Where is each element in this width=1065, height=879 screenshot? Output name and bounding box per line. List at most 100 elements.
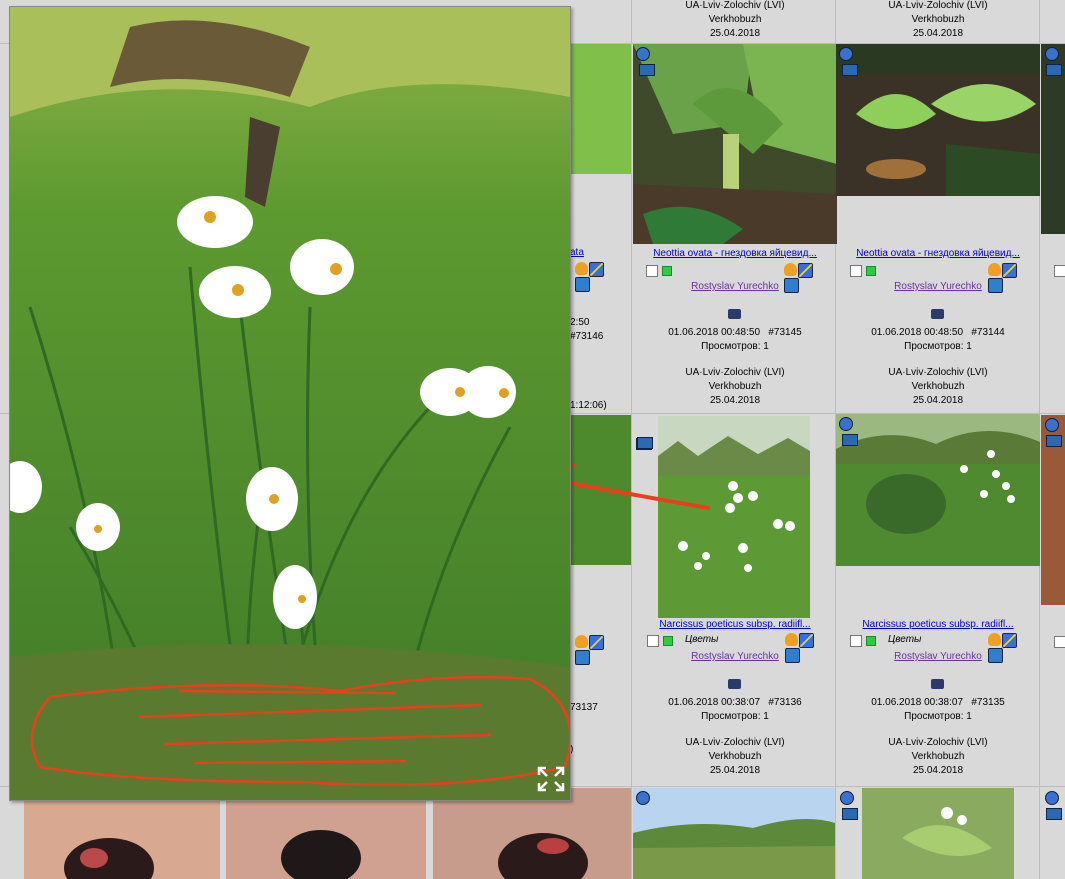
photo-thumbnail[interactable] xyxy=(226,788,426,879)
select-checkbox[interactable] xyxy=(850,265,862,277)
action-icons xyxy=(988,263,1032,293)
gps-icon[interactable] xyxy=(1046,435,1062,447)
favorite-heart-icon[interactable] xyxy=(784,263,797,276)
photo-title-link[interactable]: Neottia ovata - гнездовка яйцевид... xyxy=(633,248,837,259)
datetime-line: 01.06.2018 00:48:50 #73144 xyxy=(836,327,1040,338)
datetime-line: 01.06.2018 00:38:07 #73136 xyxy=(633,697,837,708)
favorite-heart-icon[interactable] xyxy=(988,263,1001,276)
location-text: UA·Lviv·Zolochiv (LVI) xyxy=(685,737,785,748)
photo-image xyxy=(836,414,1040,566)
select-checkbox[interactable] xyxy=(646,265,658,277)
favorite-heart-icon[interactable] xyxy=(575,262,588,275)
top-row-meta: UA·Lviv·Zolochiv (LVI) Verkhobuzh 25.04.… xyxy=(633,0,837,41)
datetime-text: 2:50 xyxy=(570,317,590,328)
location-text: UA·Lviv·Zolochiv (LVI) xyxy=(888,737,988,748)
photo-thumbnail[interactable] xyxy=(836,414,1040,566)
zoom-in-icon[interactable] xyxy=(840,791,854,805)
zoom-in-icon[interactable] xyxy=(636,47,650,61)
photo-preview-popup[interactable] xyxy=(9,6,571,801)
place-text: Verkhobuzh xyxy=(911,751,965,762)
photo-image xyxy=(633,44,837,244)
datetime-text: 01.06.2018 00:38:07 xyxy=(871,697,964,708)
camera-icon[interactable] xyxy=(728,309,741,319)
datetime-text: 01.06.2018 00:48:50 xyxy=(668,327,761,338)
photo-id: #73136 xyxy=(768,697,802,708)
photo-image xyxy=(836,44,1040,196)
photo-title-link[interactable]: Narcissus poeticus subsp. radiifl... xyxy=(836,619,1040,630)
select-checkbox[interactable] xyxy=(1054,265,1065,277)
place-text: Verkhobuzh xyxy=(911,14,965,25)
select-checkbox[interactable] xyxy=(647,635,659,647)
favorite-heart-icon[interactable] xyxy=(575,635,588,648)
gps-icon[interactable] xyxy=(842,434,858,446)
status-green-icon xyxy=(866,636,876,646)
zoom-in-icon[interactable] xyxy=(839,417,853,431)
location-block: UA·Lviv·Zolochiv (LVI) Verkhobuzh 25.04.… xyxy=(633,736,837,778)
zoom-in-icon[interactable] xyxy=(1045,791,1059,805)
photo-title-link[interactable]: ata xyxy=(570,247,584,258)
edit-icon[interactable] xyxy=(1002,263,1017,278)
gps-icon[interactable] xyxy=(637,437,653,449)
photo-actions xyxy=(646,263,836,293)
author-link[interactable]: Rostyslav Yurechko xyxy=(633,651,837,662)
select-checkbox[interactable] xyxy=(1054,636,1065,648)
zoom-in-icon[interactable] xyxy=(1045,418,1059,432)
gallery-cell: Neottia ovata - гнездовка яйцевид... Ros… xyxy=(836,44,1040,414)
photo-thumbnail[interactable] xyxy=(24,788,220,879)
camera-icon[interactable] xyxy=(728,679,741,689)
photo-thumbnail[interactable] xyxy=(862,788,1014,879)
edit-icon[interactable] xyxy=(589,635,604,650)
gps-icon[interactable] xyxy=(1046,64,1062,76)
photo-image xyxy=(498,833,588,879)
location-block: UA·Lviv·Zolochiv (LVI) Verkhobuzh 25.04.… xyxy=(633,366,837,408)
fullscreen-expand-icon[interactable] xyxy=(536,765,566,793)
photo-actions xyxy=(850,263,1040,293)
gps-icon[interactable] xyxy=(842,64,858,76)
gps-icon[interactable] xyxy=(639,64,655,76)
photo-title-link[interactable]: Narcissus poeticus subsp. radiifl... xyxy=(633,619,837,630)
gps-icon[interactable] xyxy=(842,808,858,820)
edit-icon[interactable] xyxy=(1002,633,1017,648)
photo-id: #73135 xyxy=(971,697,1005,708)
action-icons xyxy=(785,633,829,663)
edit-icon[interactable] xyxy=(799,633,814,648)
status-green-icon xyxy=(663,636,673,646)
views-count: Просмотров: 1 xyxy=(701,341,769,352)
action-icons xyxy=(784,263,828,293)
photo-thumbnail-partial[interactable] xyxy=(570,44,631,174)
gps-icon[interactable] xyxy=(1046,808,1062,820)
datetime-line: 01.06.2018 00:38:07 #73135 xyxy=(836,697,1040,708)
category-label: Цветы xyxy=(685,634,719,645)
photo-thumbnail[interactable] xyxy=(633,44,837,244)
edit-icon[interactable] xyxy=(589,262,604,277)
photo-thumbnail[interactable] xyxy=(633,788,835,879)
save-icon[interactable] xyxy=(575,277,590,292)
zoom-in-icon[interactable] xyxy=(636,791,650,805)
photo-thumbnail[interactable] xyxy=(836,44,1040,196)
photo-actions: Цветы xyxy=(647,633,837,663)
author-link[interactable]: Rostyslav Yurechko xyxy=(836,281,1040,292)
status-green-icon xyxy=(866,266,876,276)
camera-icon[interactable] xyxy=(931,309,944,319)
location-text: UA·Lviv·Zolochiv (LVI) xyxy=(685,367,785,378)
action-icons xyxy=(575,262,619,292)
favorite-heart-icon[interactable] xyxy=(785,633,798,646)
edit-icon[interactable] xyxy=(798,263,813,278)
photo-id: #73144 xyxy=(971,327,1005,338)
select-checkbox[interactable] xyxy=(850,635,862,647)
favorite-heart-icon[interactable] xyxy=(988,633,1001,646)
datetime-text: 1:12:06) xyxy=(570,400,607,411)
zoom-in-icon[interactable] xyxy=(1045,47,1059,61)
author-link[interactable]: Rostyslav Yurechko xyxy=(633,281,837,292)
camera-icon[interactable] xyxy=(931,679,944,689)
photo-thumbnail[interactable] xyxy=(433,788,631,879)
author-link[interactable]: Rostyslav Yurechko xyxy=(836,651,1040,662)
photo-image xyxy=(281,830,361,879)
place-text: Verkhobuzh xyxy=(911,381,965,392)
save-icon[interactable] xyxy=(575,650,590,665)
zoom-in-icon[interactable] xyxy=(839,47,853,61)
photo-title-link[interactable]: Neottia ovata - гнездовка яйцевид... xyxy=(836,248,1040,259)
views-count: Просмотров: 1 xyxy=(904,341,972,352)
date-text: 25.04.2018 xyxy=(709,765,761,776)
photo-id: 73137 xyxy=(570,702,598,713)
